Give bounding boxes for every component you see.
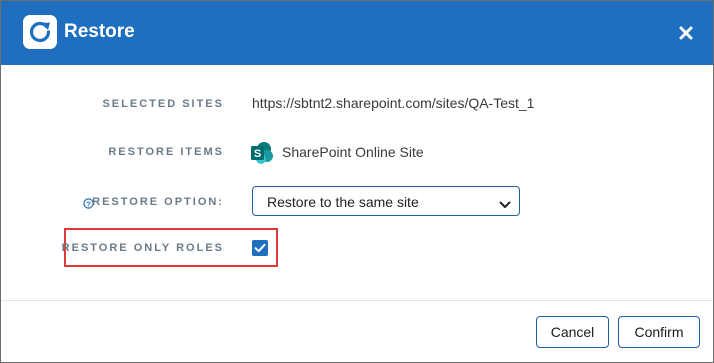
dialog-header: Restore <box>1 1 713 65</box>
close-icon[interactable] <box>673 20 699 46</box>
dialog-title: Restore <box>64 21 135 42</box>
confirm-button[interactable]: Confirm <box>618 316 700 348</box>
restore-only-roles-label: RESTORE ONLY ROLES <box>61 242 224 254</box>
refresh-icon <box>23 15 57 49</box>
restore-only-roles-checkbox[interactable] <box>252 240 268 256</box>
cancel-button[interactable]: Cancel <box>536 316 609 348</box>
selected-sites-label: SELECTED SITES <box>102 98 224 110</box>
restore-items-value: SharePoint Online Site <box>282 144 424 160</box>
footer-divider <box>1 300 713 301</box>
svg-text:S: S <box>254 148 261 160</box>
restore-dialog: Restore SELECTED SITES https://sbtnt2.sh… <box>0 0 714 363</box>
restore-items-label: RESTORE ITEMS <box>108 146 224 158</box>
restore-option-select[interactable]: Restore to the same site <box>252 186 520 216</box>
restore-option-label: RESTORE OPTION: <box>92 196 224 208</box>
restore-option-selected-value: Restore to the same site <box>267 194 419 210</box>
sharepoint-icon: S <box>250 141 274 165</box>
svg-text:?: ? <box>86 199 91 208</box>
selected-sites-value: https://sbtnt2.sharepoint.com/sites/QA-T… <box>252 95 535 111</box>
checkmark-icon <box>254 243 266 253</box>
chevron-down-icon <box>499 197 511 208</box>
